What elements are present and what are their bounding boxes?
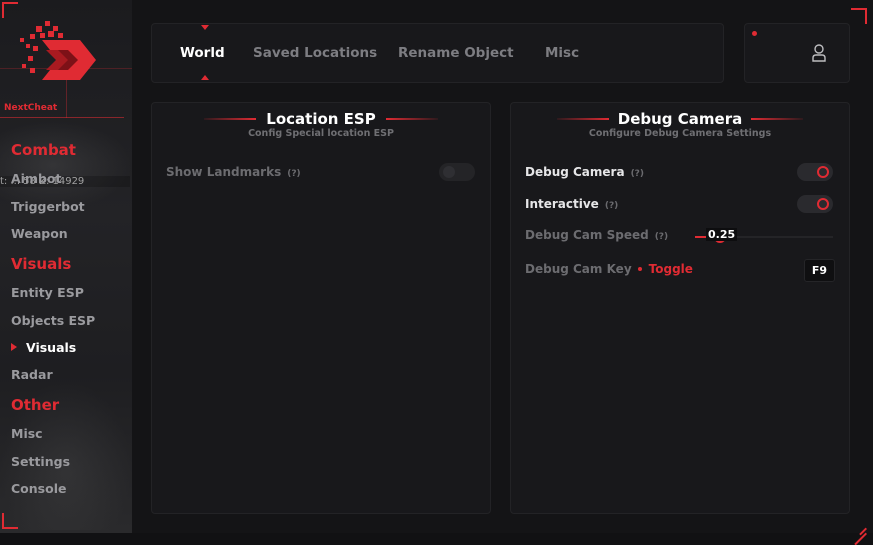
key-mode[interactable]: Toggle: [637, 262, 693, 276]
panel-title: Debug Camera: [617, 110, 743, 128]
brand-underline: [0, 117, 124, 118]
user-icon[interactable]: [811, 43, 827, 63]
panel-subtitle: Config Special location ESP: [248, 128, 394, 139]
active-arrow-icon: [11, 343, 17, 351]
debug-cam-key-label: Debug Cam Key Toggle: [525, 262, 693, 276]
tab-saved-locations[interactable]: Saved Locations: [253, 45, 377, 61]
sidebar-item-label: Visuals: [26, 340, 77, 355]
user-panel: [744, 23, 850, 83]
sidebar-item-entity-esp[interactable]: Entity ESP: [11, 285, 84, 300]
toggle-knob: [817, 198, 829, 210]
bullet-icon: [637, 267, 642, 271]
sidebar-item-settings[interactable]: Settings: [11, 454, 70, 469]
corner-accent: [851, 8, 867, 24]
location-esp-panel: Location ESP Config Special location ESP: [151, 102, 491, 514]
sidebar-group-combat: Combat: [11, 141, 76, 159]
brand-name: NextCheat: [4, 103, 58, 113]
debug-cam-speed-slider[interactable]: 0.25: [695, 228, 833, 243]
show-landmarks-label: Show Landmarks (?): [166, 165, 301, 179]
show-landmarks-toggle[interactable]: [439, 163, 475, 181]
sidebar-item-radar[interactable]: Radar: [11, 367, 53, 382]
help-icon[interactable]: (?): [631, 169, 644, 179]
sidebar-item-objects-esp[interactable]: Objects ESP: [11, 313, 95, 328]
sidebar-item-misc[interactable]: Misc: [11, 426, 43, 441]
nextcheat-logo-icon: [20, 21, 96, 80]
interactive-toggle[interactable]: [797, 195, 833, 213]
debug-cam-speed-label: Debug Cam Speed (?): [525, 228, 669, 242]
sidebar-group-visuals: Visuals: [11, 255, 72, 273]
tab-active-marker: [201, 25, 209, 30]
tab-rename-object[interactable]: Rename Object: [398, 45, 514, 61]
slider-value: 0.25: [706, 228, 738, 241]
tab-active-marker: [201, 75, 209, 80]
corner-accent: [2, 513, 18, 529]
corner-accent: [2, 2, 18, 18]
background-smudge: [0, 120, 132, 210]
tab-world[interactable]: World: [180, 45, 225, 61]
debug-camera-label: Debug Camera (?): [525, 165, 645, 179]
corner-accent: [853, 515, 867, 545]
interactive-label: Interactive (?): [525, 197, 619, 211]
sidebar-item-visuals[interactable]: Visuals: [11, 340, 76, 355]
debug-camera-toggle[interactable]: [797, 163, 833, 181]
status-dot: [752, 31, 757, 36]
toggle-knob: [443, 166, 455, 178]
help-icon[interactable]: (?): [287, 169, 300, 179]
help-icon[interactable]: (?): [605, 201, 618, 211]
sidebar-group-other: Other: [11, 396, 60, 414]
sidebar-item-triggerbot[interactable]: Triggerbot: [11, 199, 85, 214]
sidebar-item-console[interactable]: Console: [11, 481, 66, 496]
debug-camera-panel: Debug Camera Configure Debug Camera Sett…: [510, 102, 850, 514]
panel-subtitle: Configure Debug Camera Settings: [588, 128, 772, 139]
toggle-knob: [817, 166, 829, 178]
sidebar-item-aimbot[interactable]: Aimbot: [11, 171, 62, 186]
panel-title: Location ESP: [266, 110, 376, 128]
debug-cam-key-bind[interactable]: F9: [804, 259, 835, 282]
help-icon[interactable]: (?): [655, 232, 668, 242]
tab-bar: World Saved Locations Rename Object Misc: [151, 23, 724, 83]
sidebar-item-weapon[interactable]: Weapon: [11, 226, 68, 241]
tab-misc[interactable]: Misc: [545, 45, 579, 61]
